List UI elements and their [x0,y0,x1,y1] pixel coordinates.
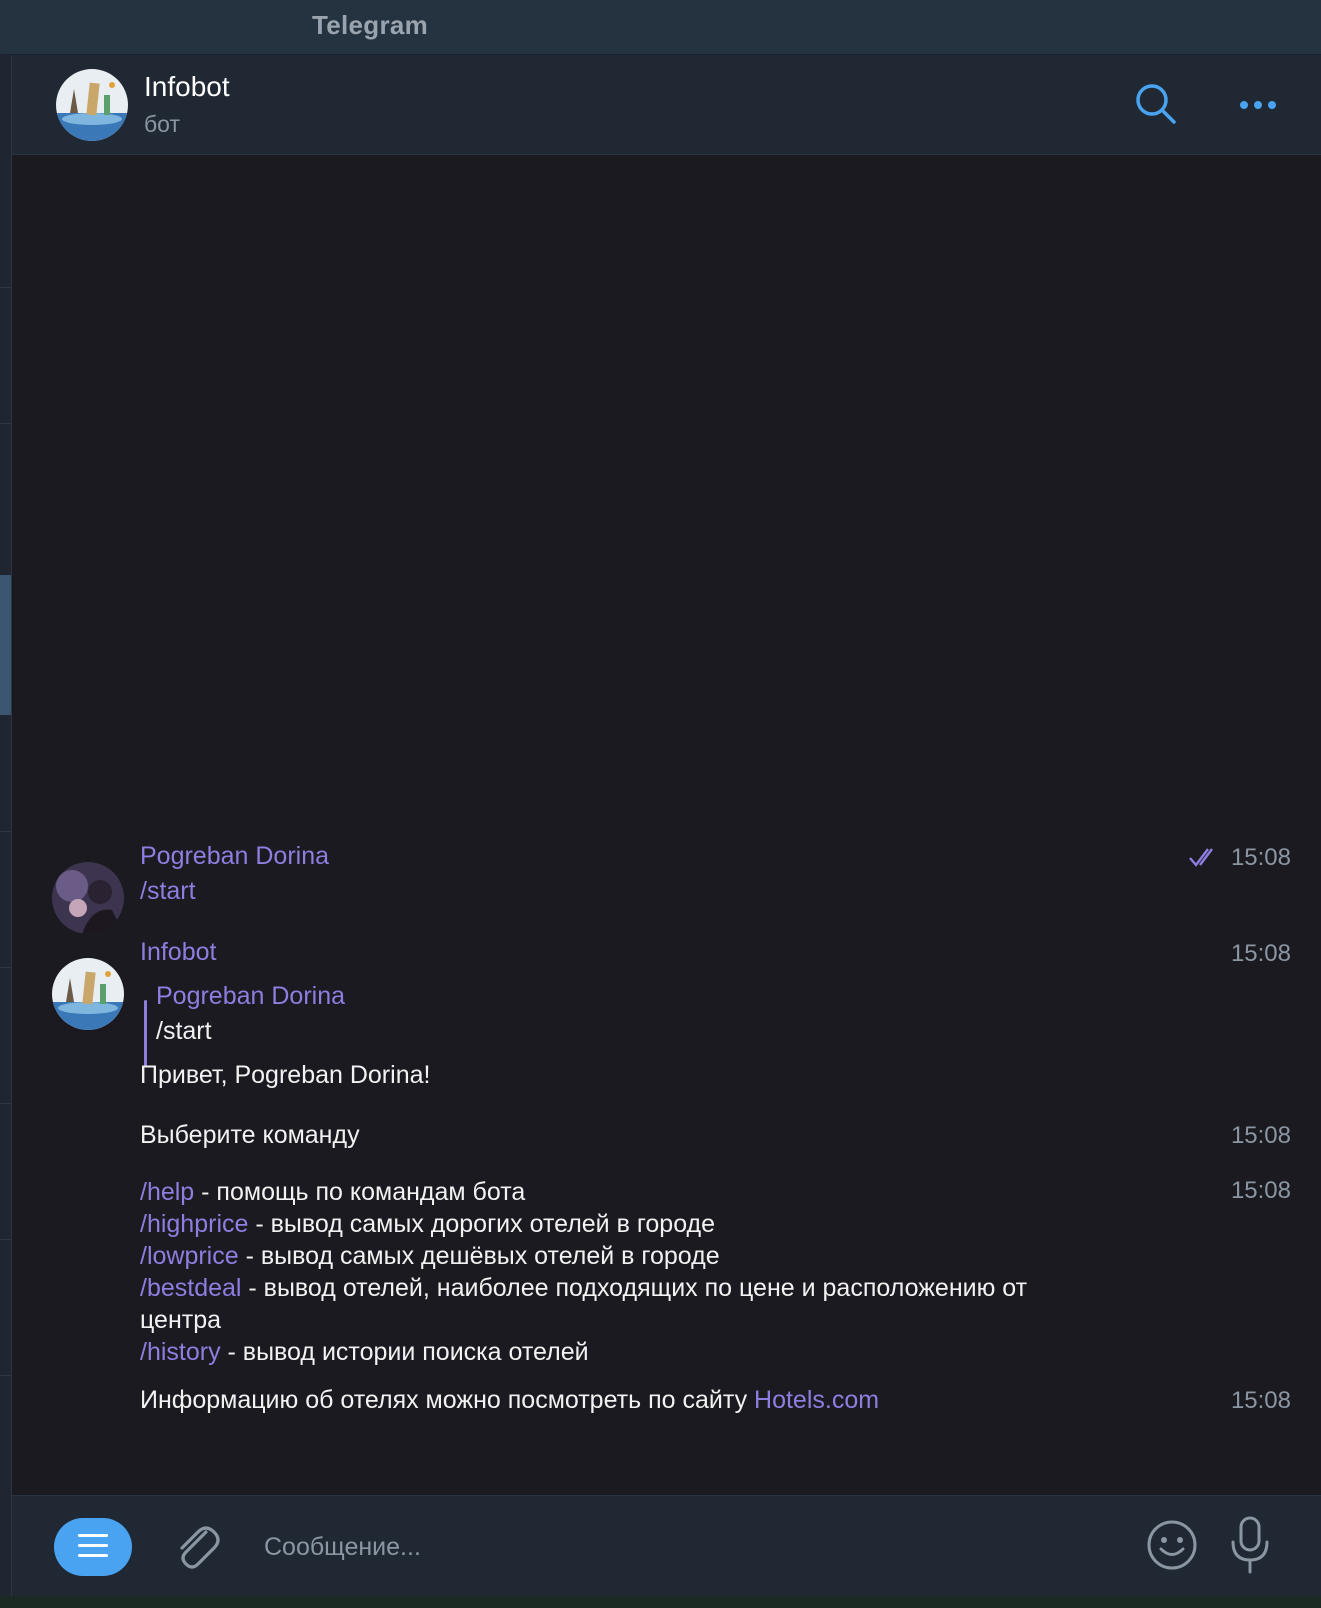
message-time: 15:08 [1230,940,1291,967]
reply-quote-bar [144,1000,147,1066]
command-link[interactable]: /start [140,877,196,905]
chat-list-edge[interactable] [0,55,12,1608]
chat-title[interactable]: Infobot [144,71,230,103]
menu-button[interactable] [54,1518,132,1576]
bottom-edge [0,1596,1321,1608]
command-link[interactable]: /bestdeal [140,1274,241,1302]
commands-list: /help - помощь по командам бота /highpri… [140,1176,1027,1368]
reply-text[interactable]: /start [156,1017,212,1046]
message-text: Выберите команду [140,1121,360,1149]
microphone-icon[interactable] [1227,1514,1273,1576]
command-line-help: /help - помощь по командам бота [140,1178,526,1206]
command-link[interactable]: /history [140,1338,221,1366]
selected-chat-indicator [0,575,11,715]
command-link[interactable]: /lowprice [140,1242,239,1270]
command-line-highprice: /highprice - вывод самых дорогих отелей … [140,1210,716,1238]
command-line-lowprice: /lowprice - вывод самых дешёвых отелей в… [140,1242,720,1270]
search-icon[interactable] [1132,80,1182,130]
bot-message-avatar[interactable] [52,958,124,1030]
command-link[interactable]: /highprice [140,1210,248,1238]
message-sender[interactable]: Pogreban Dorina [140,842,329,871]
message-time: 15:08 [1230,1177,1291,1204]
command-line-bestdeal: /bestdeal - вывод отелей, наиболее подхо… [140,1274,1028,1302]
message-input[interactable] [262,1520,1086,1574]
command-line-continuation: центра [140,1306,222,1334]
message-sender[interactable]: Infobot [140,938,216,967]
command-link[interactable]: /help [140,1178,194,1206]
paperclip-icon[interactable] [170,1518,222,1574]
title-bar: Telegram [0,0,1321,55]
chat-status: бот [144,111,180,137]
message-list[interactable]: Pogreban Dorina /start 15:08 Infobot 15:… [12,155,1321,1495]
message-time: 15:08 [1230,844,1291,871]
message-text: /start [140,877,196,906]
command-line-history: /history - вывод истории поиска отелей [140,1338,589,1366]
composer [12,1495,1321,1596]
greeting-text: Привет, Pogreban Dorina! [140,1061,431,1089]
bot-avatar[interactable] [56,69,128,141]
smiley-icon[interactable] [1145,1518,1199,1572]
reply-sender[interactable]: Pogreban Dorina [156,982,345,1011]
message-time: 15:08 [1230,1122,1291,1149]
menu-icon [78,1534,108,1560]
window-title: Telegram [312,10,429,40]
message-text: Информацию об отелях можно посмотреть по… [140,1386,880,1414]
message-time: 15:08 [1230,1387,1291,1414]
telegram-window: Telegram Infobot бот Pogreban Dorina /st… [0,0,1321,1608]
double-check-icon [1189,848,1213,867]
more-icon[interactable] [1234,85,1284,125]
user-avatar[interactable] [52,862,124,934]
chat-header: Infobot бот [12,55,1321,155]
hotels-link[interactable]: Hotels.com [754,1386,879,1414]
